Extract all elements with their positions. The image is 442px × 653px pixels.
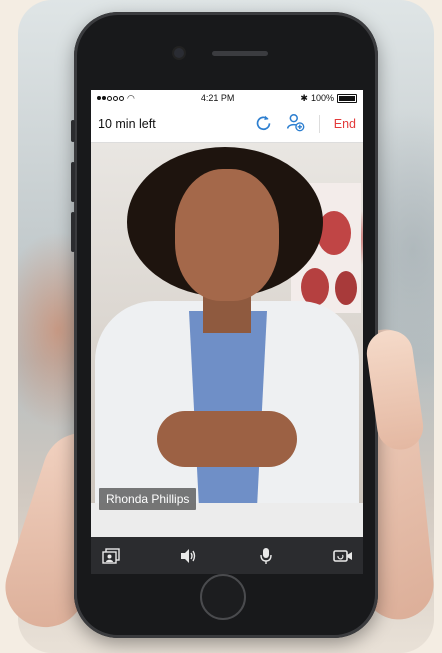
wifi-icon: ◠ — [127, 92, 135, 103]
battery-icon — [337, 93, 357, 103]
status-bar: ◠ 4:21 PM ✱ 100% — [91, 90, 363, 106]
home-button[interactable] — [200, 574, 246, 620]
microphone-icon[interactable] — [256, 546, 276, 566]
volume-down-button — [71, 212, 75, 252]
volume-up-button — [71, 162, 75, 202]
phone-screen: ◠ 4:21 PM ✱ 100% 10 min left End Rhonda … — [91, 90, 363, 574]
header-divider — [318, 115, 320, 133]
signal-strength-icon — [97, 95, 124, 101]
call-header: 10 min left End — [91, 106, 363, 143]
front-camera — [174, 48, 184, 58]
phone-device: ◠ 4:21 PM ✱ 100% 10 min left End Rhonda … — [71, 12, 378, 638]
status-right: ✱ 100% — [300, 93, 357, 104]
call-toolbar — [91, 537, 363, 574]
status-time: 4:21 PM — [200, 93, 235, 103]
add-participant-icon[interactable] — [286, 113, 305, 135]
doctor-figure — [91, 143, 363, 538]
earpiece-speaker — [212, 51, 268, 56]
screen-share-icon[interactable] — [101, 546, 121, 566]
doctor-face — [175, 169, 279, 301]
time-remaining: 10 min left — [98, 117, 156, 131]
status-left: ◠ — [97, 93, 135, 104]
mute-switch — [71, 120, 75, 142]
end-call-button[interactable]: End — [334, 117, 356, 131]
video-feed: Rhonda Phillips — [91, 143, 363, 538]
battery-percent: 100% — [310, 93, 334, 103]
header-actions: End — [255, 113, 356, 135]
camera-switch-icon[interactable] — [333, 546, 353, 566]
refresh-icon[interactable] — [255, 114, 272, 134]
participant-name-tag: Rhonda Phillips — [99, 488, 197, 510]
speaker-icon[interactable] — [178, 546, 198, 566]
doctor-hands — [157, 411, 297, 467]
bluetooth-icon: ✱ — [300, 92, 308, 103]
